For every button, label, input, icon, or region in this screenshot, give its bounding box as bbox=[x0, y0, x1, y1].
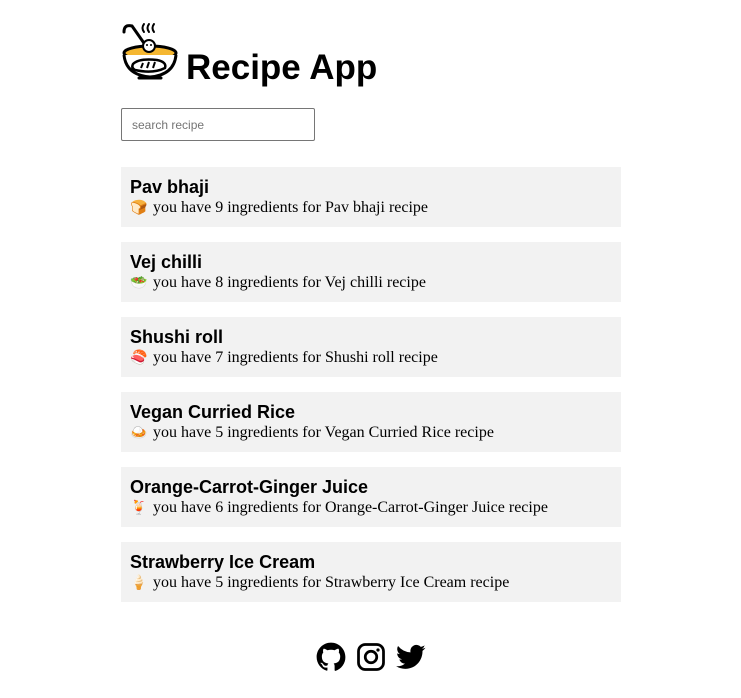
recipe-description: 🍦 you have 5 ingredients for Strawberry I… bbox=[130, 572, 612, 594]
github-icon[interactable] bbox=[316, 642, 346, 672]
salad-icon: 🥗 bbox=[130, 275, 148, 291]
curry-rice-icon: 🍛 bbox=[130, 425, 148, 441]
recipe-description: 🍛 you have 5 ingredients for Vegan Currie… bbox=[130, 422, 612, 444]
recipe-name: Vej chilli bbox=[130, 252, 203, 272]
header: Recipe App bbox=[121, 22, 621, 92]
recipe-card-vej-chilli[interactable]: Vej chilli 🥗 you have 8 ingredients for V… bbox=[121, 242, 621, 302]
page-title: Recipe App bbox=[186, 48, 378, 87]
recipe-description-text: you have 8 ingredients for Vej chilli re… bbox=[153, 274, 426, 291]
tropical-drink-icon: 🍹 bbox=[130, 500, 148, 516]
recipe-name: Pav bhaji bbox=[130, 177, 210, 197]
recipe-card-vegan-curried-rice[interactable]: Vegan Curried Rice 🍛 you have 5 ingredien… bbox=[121, 392, 621, 452]
twitter-icon[interactable] bbox=[396, 642, 426, 672]
recipe-list: Pav bhaji 🍞 you have 9 ingredients for Pa… bbox=[121, 167, 621, 617]
ice-cream-icon: 🍦 bbox=[130, 575, 148, 591]
search-input[interactable] bbox=[121, 108, 315, 141]
recipe-description-text: you have 5 ingredients for Vegan Curried… bbox=[153, 424, 494, 441]
recipe-card-shushi-roll[interactable]: Shushi roll 🍣 you have 7 ingredients for … bbox=[121, 317, 621, 377]
recipe-name: Shushi roll bbox=[130, 327, 224, 347]
recipe-name: Vegan Curried Rice bbox=[130, 402, 296, 422]
recipe-description: 🍞 you have 9 ingredients for Pav bhaji re… bbox=[130, 197, 612, 219]
recipe-description-text: you have 9 ingredients for Pav bhaji rec… bbox=[153, 199, 429, 216]
recipe-description-text: you have 5 ingredients for Strawberry Ic… bbox=[153, 574, 510, 591]
recipe-description: 🥗 you have 8 ingredients for Vej chilli r… bbox=[130, 272, 612, 294]
recipe-description: 🍣 you have 7 ingredients for Shushi roll … bbox=[130, 347, 612, 369]
recipe-name: Orange-Carrot-Ginger Juice bbox=[130, 477, 369, 497]
recipe-description-text: you have 6 ingredients for Orange-Carrot… bbox=[153, 499, 548, 516]
footer-social-links bbox=[316, 642, 428, 674]
recipe-description-text: you have 7 ingredients for Shushi roll r… bbox=[153, 349, 438, 366]
cooking-pot-icon bbox=[122, 23, 178, 80]
recipe-card-pav-bhaji[interactable]: Pav bhaji 🍞 you have 9 ingredients for Pa… bbox=[121, 167, 621, 227]
recipe-card-strawberry-ice-cream[interactable]: Strawberry Ice Cream 🍦 you have 5 ingredi… bbox=[121, 542, 621, 602]
recipe-card-orange-carrot-ginger-juice[interactable]: Orange-Carrot-Ginger Juice 🍹 you have 6 i… bbox=[121, 467, 621, 527]
sushi-icon: 🍣 bbox=[130, 350, 148, 366]
instagram-icon[interactable] bbox=[356, 642, 386, 672]
bread-icon: 🍞 bbox=[130, 200, 148, 216]
recipe-name: Strawberry Ice Cream bbox=[130, 552, 316, 572]
recipe-description: 🍹 you have 6 ingredients for Orange-Carro… bbox=[130, 497, 612, 519]
